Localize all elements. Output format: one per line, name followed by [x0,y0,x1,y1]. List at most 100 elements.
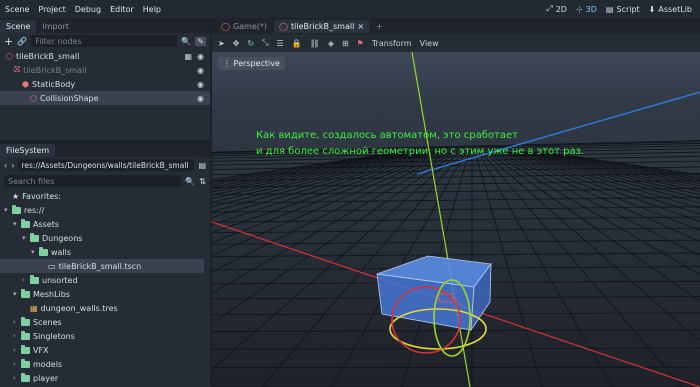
folder-icon [21,358,30,368]
filter-nodes-input[interactable]: Filter nodes [31,35,178,47]
expand-arrow-icon[interactable]: › [13,360,21,368]
filesystem-item-label: walls [51,247,72,257]
menu-editor[interactable]: Editor [110,5,134,14]
3d-icon: ⊹ [575,4,583,14]
scene-node[interactable]: ⬡ CollisionShape ◉ [0,91,210,105]
search-icon[interactable]: 🔍 [181,37,191,46]
filesystem-item[interactable]: › Singletons [0,329,210,343]
filesystem-item[interactable]: ▾ MeshLibs [0,287,210,301]
tab-scene[interactable]: Scene [0,20,37,33]
expand-arrow-icon[interactable]: ▾ [31,248,39,256]
expand-arrow-icon[interactable]: › [13,374,21,382]
filesystem-item[interactable]: › unsorted [0,273,210,287]
link-icon[interactable]: 🔗 [17,37,27,46]
folder-icon [12,204,21,214]
search-icon[interactable]: 🔍 [185,177,195,186]
view-menu[interactable]: View [420,39,439,48]
viewport-scene [212,52,700,387]
close-icon[interactable]: × [357,22,364,31]
group-icon[interactable]: ⛓ [310,39,320,48]
expand-arrow-icon[interactable]: › [13,318,21,326]
expand-arrow-icon[interactable]: ▾ [4,206,12,214]
scene-dock-tabs: Scene Import [0,18,210,33]
list-select-icon[interactable]: ☰ [277,39,284,48]
new-tab-button[interactable]: + [371,20,388,33]
local-space-icon[interactable]: ◈ [328,39,334,48]
menu-help[interactable]: Help [143,5,161,14]
filesystem-item[interactable]: › player [0,371,210,385]
menu-scene[interactable]: Scene [5,5,29,14]
expand-arrow-icon[interactable]: ▾ [13,290,21,298]
expand-arrow-icon[interactable]: › [13,332,21,340]
expand-arrow-icon[interactable]: ▾ [22,234,30,242]
star-icon: ★ [12,191,20,201]
filesystem-item[interactable]: › Scenes [0,315,210,329]
visibility-eye-icon[interactable]: ◉ [197,52,204,61]
sort-icon[interactable]: ⇅ [199,177,206,186]
workspace-2d-button[interactable]: ⤢ 2D [546,4,567,14]
script-attach-icon[interactable]: ✎ [195,36,206,46]
folder-icon [21,372,30,382]
scene-node-label: CollisionShape [39,93,99,103]
tab-tilebrick[interactable]: ◯ tileBrickB_small × [274,19,370,33]
scene-dock: Scene Import + 🔗 Filter nodes 🔍 ✎ ⬡ tileB… [0,18,210,387]
filesystem-item[interactable]: › models [0,357,210,371]
filesystem-item[interactable]: ▾ walls [0,245,210,259]
filesystem-path[interactable]: res://Assets/Dungeons/walls/tileBrickB_s… [18,159,195,171]
workspace-assetlib-button[interactable]: ⬇ AssetLib [649,5,692,14]
select-tool-icon[interactable]: ➤ [218,39,225,48]
favorites-item[interactable]: ★ Favorites: [0,189,210,203]
tab-game[interactable]: ◯ Game(*) [216,20,272,33]
workspace-3d-button[interactable]: ⊹ 3D [576,5,597,14]
editor-tabs: ◯ Game(*) ◯ tileBrickB_small × + [212,18,700,34]
scene-file-icon: ▭ [48,261,56,271]
filesystem-item-label: player [33,373,59,383]
tab-import[interactable]: Import [36,20,75,33]
expand-arrow-icon[interactable]: › [22,276,30,284]
visibility-eye-icon[interactable]: ◉ [197,80,204,89]
expand-arrow-icon[interactable]: › [13,346,21,354]
split-view-icon[interactable]: ▤ [198,161,206,170]
visibility-eye-icon[interactable]: ◉ [197,94,204,103]
move-tool-icon[interactable]: ✥ [233,39,240,48]
scene-node-label: StaticBody [31,79,76,89]
clapper-icon[interactable]: ▦ [184,52,192,61]
snap-icon[interactable]: ⊞ [342,39,349,48]
scene-node[interactable]: ⬢ StaticBody ◉ [0,77,210,91]
node-icon: ⬢ [22,79,29,89]
filesystem-item[interactable]: ▭ tileBrickB_small.tscn [0,259,204,273]
folder-icon [30,274,39,284]
filesystem-item-label: models [33,359,63,369]
rotate-tool-icon[interactable]: ↻ [247,39,254,48]
filesystem-item[interactable]: ▦ dungeon_walls.tres [0,301,210,315]
transform-menu[interactable]: Transform [372,39,412,48]
3d-viewport[interactable]: ⋮ Perspective Как видите, создалось авто… [212,52,700,387]
caption-line-1: Как видите, создалось автоматом, это сра… [256,130,518,141]
visibility-eye-icon[interactable]: ◉ [197,66,204,75]
filesystem-item[interactable]: ▾ Assets [0,217,210,231]
perspective-menu[interactable]: ⋮ Perspective [218,57,285,70]
menu-debug[interactable]: Debug [75,5,101,14]
filesystem-item[interactable]: ▾ Dungeons [0,231,210,245]
filesystem-search-row: Search files 🔍 ⇅ [0,173,210,189]
expand-arrow-icon[interactable]: ▾ [13,220,21,228]
folder-icon [30,232,39,242]
scale-tool-icon[interactable]: ⤡ [262,38,268,48]
lock-icon[interactable]: 🔒 [292,39,302,48]
search-files-input[interactable]: Search files [4,175,182,187]
node-icon: ⬡ [30,93,37,103]
scene-node[interactable]: ⛝ tileBrickB_small ◉ [0,63,210,77]
filesystem-item-label: MeshLibs [33,289,70,299]
tab-filesystem[interactable]: FileSystem [0,144,56,157]
filesystem-item[interactable]: › VFX [0,343,210,357]
caption-line-2: и для более сложной геометрии, но с этим… [256,146,585,157]
filesystem-item-label: Scenes [33,317,62,327]
camera-icon[interactable]: ⚑ [357,39,364,48]
menu-project[interactable]: Project [38,5,65,14]
add-node-icon[interactable]: + [4,35,13,48]
forward-icon[interactable]: › [11,161,14,170]
scene-node[interactable]: ⬡ tileBrickB_small ▦ ◉ [0,49,210,63]
back-icon[interactable]: ‹ [4,161,7,170]
workspace-script-button[interactable]: ▤ Script [606,5,640,14]
filesystem-item[interactable]: ▾ res:// [0,203,210,217]
